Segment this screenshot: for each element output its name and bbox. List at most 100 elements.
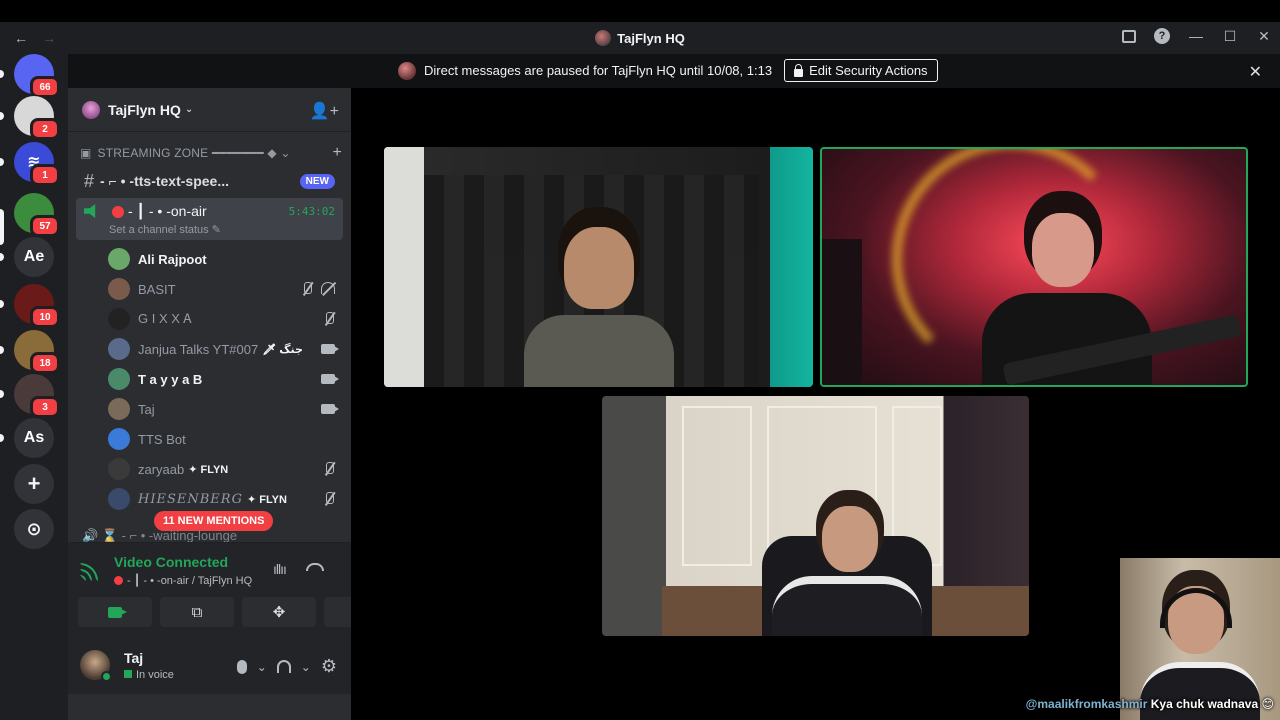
channel-label: - ⌐ • -tts-text-spee...: [100, 173, 229, 189]
window-controls: ? — ☐ ✕: [1122, 28, 1272, 44]
wall: [384, 147, 424, 387]
server-icon-server-8[interactable]: 3: [14, 374, 60, 418]
member-status-icons: [323, 462, 335, 476]
minimize-icon[interactable]: —: [1188, 28, 1204, 44]
participant-head: [822, 506, 878, 572]
unread-pill: [0, 346, 4, 354]
unread-pill: [0, 70, 4, 78]
voice-channel-on-air[interactable]: - ┃ - • -on-air 5:43:02 Set a channel st…: [76, 198, 343, 240]
create-channel-icon[interactable]: +: [332, 144, 342, 162]
voice-member[interactable]: T a y y a B: [108, 366, 343, 392]
user-avatar[interactable]: [80, 650, 112, 682]
activities-button[interactable]: ✥: [242, 597, 316, 627]
unread-pill: [0, 390, 4, 398]
avatar: [108, 428, 130, 450]
server-tag: ✦ FLYN: [188, 463, 229, 476]
chat-ticker: @maalikfromkashmir Kya chuk wadnava 😊: [1026, 697, 1274, 711]
close-notice-icon[interactable]: ✕: [1249, 62, 1262, 82]
signal-icon[interactable]: [80, 563, 98, 581]
voice-member[interactable]: HIESENBERG ✦ FLYN: [108, 486, 343, 512]
camera-button[interactable]: [78, 597, 152, 627]
server-icon-server-3[interactable]: ≋ 1: [14, 142, 60, 186]
deafened-icon: [321, 282, 335, 294]
server-icon-server-4[interactable]: 57: [14, 193, 60, 237]
video-tile-3[interactable]: [602, 396, 1029, 636]
video-connected-title: Video Connected: [114, 554, 229, 570]
online-status-icon: [101, 671, 112, 682]
voice-member[interactable]: Taj: [108, 396, 343, 422]
audio-options-chevron-icon[interactable]: ⌄: [301, 660, 311, 674]
mic-options-chevron-icon[interactable]: ⌄: [257, 660, 267, 674]
microphone-icon[interactable]: [236, 659, 247, 674]
server-icon-discord-home[interactable]: 66: [14, 54, 60, 98]
server-tag: 🗡 جنگ: [262, 343, 303, 356]
invite-people-icon[interactable]: 👤+: [310, 101, 339, 121]
member-name: Janjua Talks YT#007: [138, 341, 259, 357]
member-name: TTS Bot: [138, 431, 186, 447]
muted-mic-icon: [301, 282, 313, 296]
participant-head: [1032, 213, 1094, 287]
voice-member[interactable]: G I X X Ꭺ: [108, 306, 343, 332]
speaker-icon: [84, 204, 96, 218]
inbox-icon[interactable]: [1122, 29, 1136, 43]
maximize-icon[interactable]: ☐: [1222, 28, 1238, 44]
server-icon-server-as[interactable]: As: [14, 418, 54, 458]
voice-member[interactable]: Ali Rajpoot: [108, 246, 343, 272]
voice-member[interactable]: Janjua Talks YT#007 🗡 جنگ: [108, 336, 343, 362]
member-status-icons: [321, 374, 339, 384]
window-title: TajFlyn HQ: [0, 30, 1280, 46]
explore-servers-icon[interactable]: ⊙: [14, 509, 54, 549]
edit-security-actions-button[interactable]: Edit Security Actions: [784, 59, 938, 82]
voice-member[interactable]: zaryaab ✦ FLYN: [108, 456, 343, 482]
server-icon-server-6[interactable]: 10: [14, 284, 60, 328]
muted-mic-icon: [323, 312, 335, 326]
set-channel-status[interactable]: Set a channel status ✎: [109, 223, 221, 236]
activities-icon: ✥: [272, 604, 286, 621]
participant-video: [524, 227, 674, 387]
window-titlebar: ← → TajFlyn HQ ? — ☐ ✕: [0, 22, 1280, 54]
streamer-webcam-overlay: [1120, 558, 1280, 720]
help-icon[interactable]: ?: [1154, 28, 1170, 44]
voice-connected-subtitle[interactable]: - ┃ - • -on-air / TajFlyn HQ: [114, 574, 252, 587]
user-status: In voice: [124, 669, 174, 681]
guild-header[interactable]: TajFlyn HQ ⌄ 👤+: [68, 88, 351, 132]
avatar: [108, 278, 130, 300]
voice-connected-panel: Video Connected - ┃ - • -on-air / TajFly…: [68, 542, 398, 642]
gear-icon[interactable]: ⚙: [321, 656, 337, 677]
server-rail: 66 2 ≋ 1 57 Ae 10 18 3 As + ⊙: [0, 54, 68, 720]
category-streaming-zone[interactable]: ▣ STREAMING ZONE ━━━━━━━ ◆ ⌄ +: [80, 144, 342, 162]
voice-member[interactable]: TTS Bot: [108, 426, 343, 452]
user-panel: Taj In voice ⌄ ⌄ ⚙: [68, 642, 351, 694]
noise-suppression-icon[interactable]: ıllıı: [273, 561, 287, 577]
screen-share-button[interactable]: ⧉: [160, 597, 234, 627]
server-icon-server-2[interactable]: 2: [14, 96, 60, 140]
server-label: As: [23, 429, 45, 446]
streamer-body: [1140, 662, 1260, 720]
avatar: [108, 398, 130, 420]
headphones-icon[interactable]: [276, 660, 291, 673]
lock-icon: [794, 63, 804, 77]
camera-icon: [321, 374, 339, 384]
speaker-tower: [822, 239, 862, 385]
dm-paused-notice: Direct messages are paused for TajFlyn H…: [68, 54, 1280, 88]
close-window-icon[interactable]: ✕: [1256, 28, 1272, 44]
mention-badge: 10: [30, 306, 60, 328]
edit-security-actions-label: Edit Security Actions: [809, 63, 928, 78]
notice-text: Direct messages are paused for TajFlyn H…: [424, 63, 773, 78]
member-status-icons: [323, 312, 335, 326]
member-name: Taj: [138, 401, 155, 417]
member-name: G I X X Ꭺ: [138, 311, 193, 326]
disconnect-icon[interactable]: [306, 563, 324, 571]
voice-member[interactable]: BASIT: [108, 276, 343, 302]
category-icon: ▣: [80, 146, 92, 160]
add-server-icon[interactable]: +: [14, 464, 54, 504]
participant-body: [772, 576, 922, 636]
server-icon-server-7[interactable]: 18: [14, 330, 60, 374]
server-icon-server-ae[interactable]: Ae: [14, 237, 54, 277]
channel-tts-text[interactable]: # - ⌐ • -tts-text-spee... NEW: [76, 168, 343, 194]
participant-body: [524, 315, 674, 387]
video-tile-2-speaking[interactable]: [820, 147, 1248, 387]
video-tile-1[interactable]: [384, 147, 813, 387]
camera-icon: [108, 606, 127, 618]
screen-share-icon: ⧉: [191, 603, 203, 621]
